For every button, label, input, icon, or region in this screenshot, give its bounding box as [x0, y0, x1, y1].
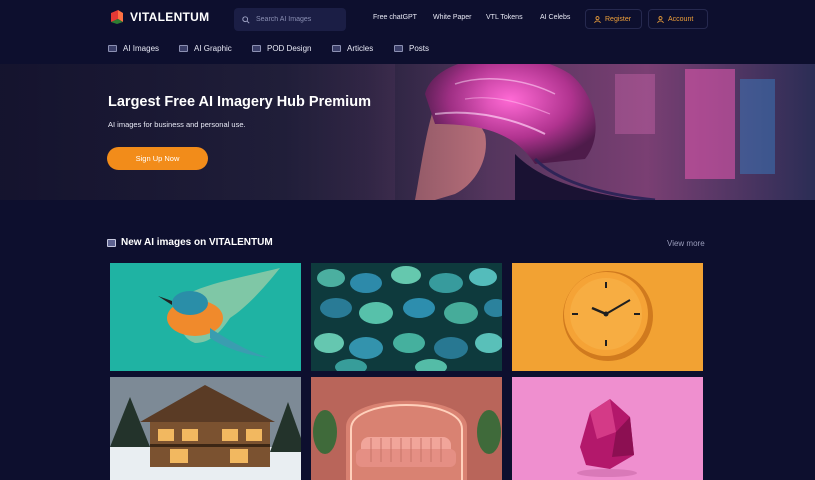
- image-icon: [108, 45, 117, 52]
- nav-item-ai-graphic[interactable]: AI Graphic: [179, 44, 232, 53]
- user-icon: [657, 15, 664, 23]
- nav-item-pod-design[interactable]: POD Design: [252, 44, 311, 53]
- nav-item-posts[interactable]: Posts: [394, 44, 429, 53]
- search-input[interactable]: [256, 16, 336, 23]
- hero-subtitle: AI images for business and personal use.: [108, 120, 246, 129]
- hero-title: Largest Free AI Imagery Hub Premium: [108, 94, 371, 110]
- image-icon: [179, 45, 188, 52]
- image-card-kingfisher[interactable]: [110, 263, 301, 371]
- nav-item-articles[interactable]: Articles: [332, 44, 373, 53]
- nav-label: AI Graphic: [194, 44, 232, 53]
- image-icon: [107, 238, 116, 247]
- view-more-link[interactable]: View more: [667, 239, 705, 248]
- image-icon: [252, 45, 261, 52]
- kingfisher-image: [110, 263, 301, 371]
- account-label: Account: [668, 15, 694, 23]
- link-vtl-tokens[interactable]: VTL Tokens: [486, 14, 523, 21]
- nav-label: AI Images: [123, 44, 160, 53]
- hero-overlay: [0, 64, 815, 200]
- nav-label: Posts: [409, 44, 430, 53]
- hero-banner: Largest Free AI Imagery Hub Premium AI i…: [0, 64, 815, 200]
- sofa-room-image: [311, 377, 502, 480]
- logo-icon: [111, 10, 123, 24]
- sign-up-button[interactable]: Sign Up Now: [107, 147, 208, 170]
- article-icon: [332, 45, 341, 52]
- top-bar: VITALENTUM Free chatGPT White Paper VTL …: [0, 0, 815, 38]
- clock-image: [512, 263, 703, 371]
- chalet-image: [110, 377, 301, 480]
- register-button[interactable]: Register: [585, 9, 642, 29]
- section-header: New AI images on VITALENTUM: [107, 237, 273, 248]
- nav-label: POD Design: [267, 44, 312, 53]
- image-card-gemstones[interactable]: [311, 263, 502, 371]
- nav-label: Articles: [347, 44, 374, 53]
- image-card-crystal[interactable]: [512, 377, 703, 480]
- image-card-clock[interactable]: [512, 263, 703, 371]
- section-title: New AI images on VITALENTUM: [121, 237, 273, 248]
- gemstones-image: [311, 263, 502, 371]
- crystal-image: [512, 377, 703, 480]
- search-icon: [242, 15, 250, 24]
- brand-logo[interactable]: VITALENTUM: [110, 10, 209, 24]
- image-card-sofa[interactable]: [311, 377, 502, 480]
- post-icon: [394, 45, 403, 52]
- image-card-chalet[interactable]: [110, 377, 301, 480]
- link-free-chatgpt[interactable]: Free chatGPT: [373, 14, 417, 21]
- brand-name: VITALENTUM: [130, 10, 210, 24]
- user-icon: [594, 15, 601, 23]
- link-white-paper[interactable]: White Paper: [433, 14, 472, 21]
- account-button[interactable]: Account: [648, 9, 708, 29]
- search-box[interactable]: [234, 8, 346, 31]
- category-nav: AI Images AI Graphic POD Design Articles…: [0, 38, 815, 64]
- nav-item-ai-images[interactable]: AI Images: [108, 44, 159, 53]
- register-label: Register: [605, 15, 632, 23]
- link-ai-celebs[interactable]: AI Celebs: [540, 14, 570, 21]
